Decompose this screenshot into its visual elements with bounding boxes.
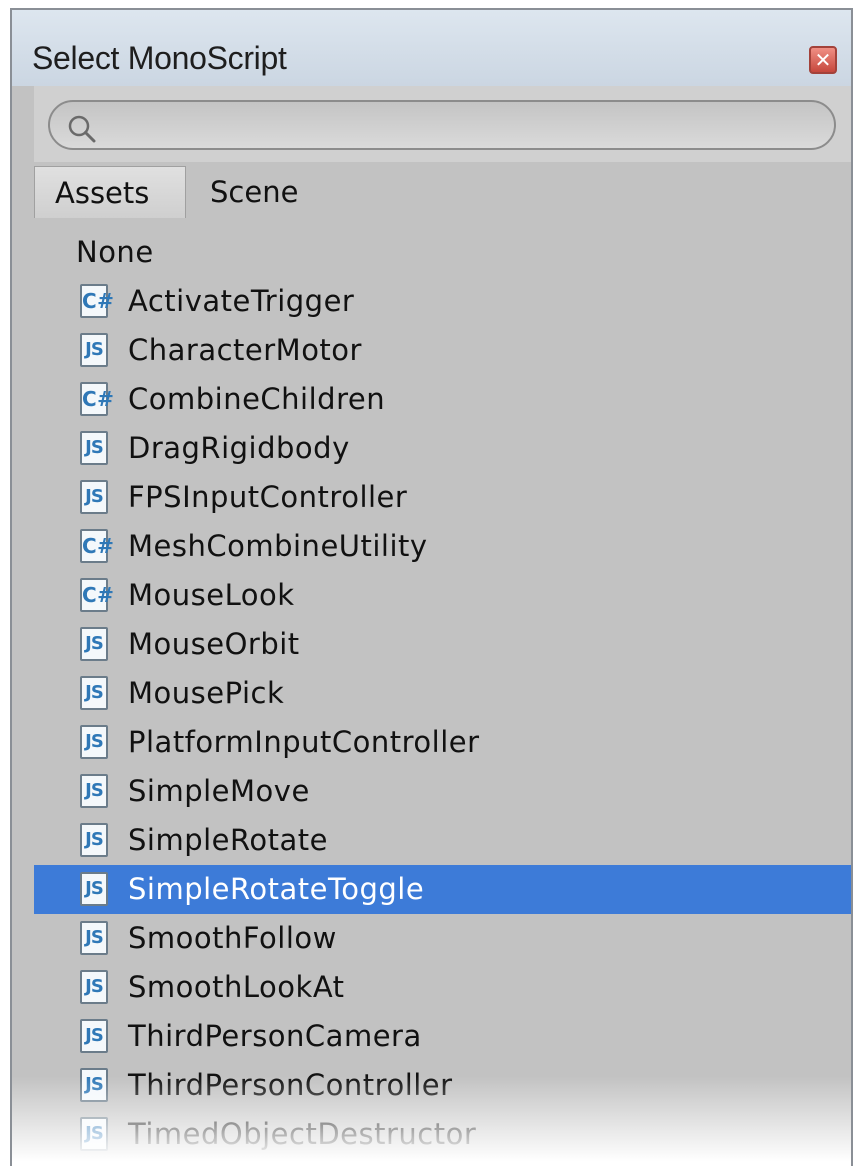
select-monoscript-window: Select MonoScript ✕ Assets Scene None C#… [10, 8, 853, 1166]
list-item[interactable]: JS ThirdPersonCamera [34, 1012, 851, 1061]
script-name: SimpleMove [128, 774, 310, 808]
list-item[interactable]: JS TimedObjectDestructor [34, 1110, 851, 1159]
script-name: MousePick [128, 676, 285, 710]
list-item[interactable]: JS SmoothLookAt [34, 963, 851, 1012]
close-icon: ✕ [814, 48, 832, 72]
list-item[interactable]: JS CharacterMotor [34, 326, 851, 375]
close-button[interactable]: ✕ [809, 46, 837, 74]
list-item[interactable]: C# MouseLook [34, 571, 851, 620]
javascript-file-icon: JS [80, 627, 108, 661]
list-item[interactable]: JS SimpleRotate [34, 816, 851, 865]
list-item[interactable]: C# MeshCombineUtility [34, 522, 851, 571]
csharp-script-icon: C# [80, 284, 114, 318]
list-item-none[interactable]: None [34, 228, 851, 277]
csharp-script-icon: C# [80, 529, 114, 563]
tab-scene[interactable]: Scene [204, 166, 364, 218]
list-item[interactable]: C# CombineChildren [34, 375, 851, 424]
script-name: PlatformInputController [128, 725, 480, 759]
script-list: None C# ActivateTrigger JS CharacterMotor C#… [34, 228, 851, 1159]
script-name: SimpleRotate [128, 823, 328, 857]
javascript-file-icon: JS [80, 725, 108, 759]
list-item[interactable]: JS ThirdPersonController [34, 1061, 851, 1110]
javascript-file-icon: JS [80, 774, 108, 808]
javascript-file-icon: JS [80, 431, 108, 465]
script-name: SimpleRotateToggle [128, 872, 425, 906]
javascript-file-icon: JS [80, 872, 108, 906]
list-item[interactable]: JS MouseOrbit [34, 620, 851, 669]
csharp-script-icon: C# [80, 382, 114, 416]
script-name: TimedObjectDestructor [128, 1117, 477, 1151]
javascript-file-icon: JS [80, 1068, 108, 1102]
list-item[interactable]: JS MousePick [34, 669, 851, 718]
search-icon [68, 115, 96, 143]
script-name: CombineChildren [128, 382, 386, 416]
script-name: ActivateTrigger [128, 284, 355, 318]
script-name: DragRigidbody [128, 431, 350, 465]
list-item[interactable]: JS SmoothFollow [34, 914, 851, 963]
javascript-file-icon: JS [80, 333, 108, 367]
list-item[interactable]: JS DragRigidbody [34, 424, 851, 473]
javascript-file-icon: JS [80, 970, 108, 1004]
window-title: Select MonoScript [32, 40, 287, 76]
search-input[interactable] [104, 108, 808, 144]
list-item[interactable]: JS FPSInputController [34, 473, 851, 522]
list-item[interactable]: JS SimpleMove [34, 767, 851, 816]
list-item[interactable]: JS SimpleRotateToggle [34, 865, 851, 914]
script-name: FPSInputController [128, 480, 408, 514]
search-bar [34, 86, 851, 162]
script-name: MouseLook [128, 578, 295, 612]
list-item[interactable]: C# ActivateTrigger [34, 277, 851, 326]
javascript-file-icon: JS [80, 1019, 108, 1053]
list-item[interactable]: JS PlatformInputController [34, 718, 851, 767]
script-name: ThirdPersonCamera [128, 1019, 422, 1053]
script-name: CharacterMotor [128, 333, 362, 367]
javascript-file-icon: JS [80, 921, 108, 955]
javascript-file-icon: JS [80, 480, 108, 514]
javascript-file-icon: JS [80, 823, 108, 857]
script-name: SmoothLookAt [128, 970, 345, 1004]
csharp-script-icon: C# [80, 578, 114, 612]
title-bar[interactable]: Select MonoScript ✕ [12, 10, 851, 86]
tab-strip: Assets Scene [34, 162, 851, 218]
script-name: MeshCombineUtility [128, 529, 428, 563]
script-name: ThirdPersonController [128, 1068, 453, 1102]
script-name: SmoothFollow [128, 921, 337, 955]
search-field[interactable] [48, 100, 836, 150]
tab-assets[interactable]: Assets [34, 166, 186, 218]
javascript-file-icon: JS [80, 1117, 108, 1151]
script-name: MouseOrbit [128, 627, 300, 661]
javascript-file-icon: JS [80, 676, 108, 710]
